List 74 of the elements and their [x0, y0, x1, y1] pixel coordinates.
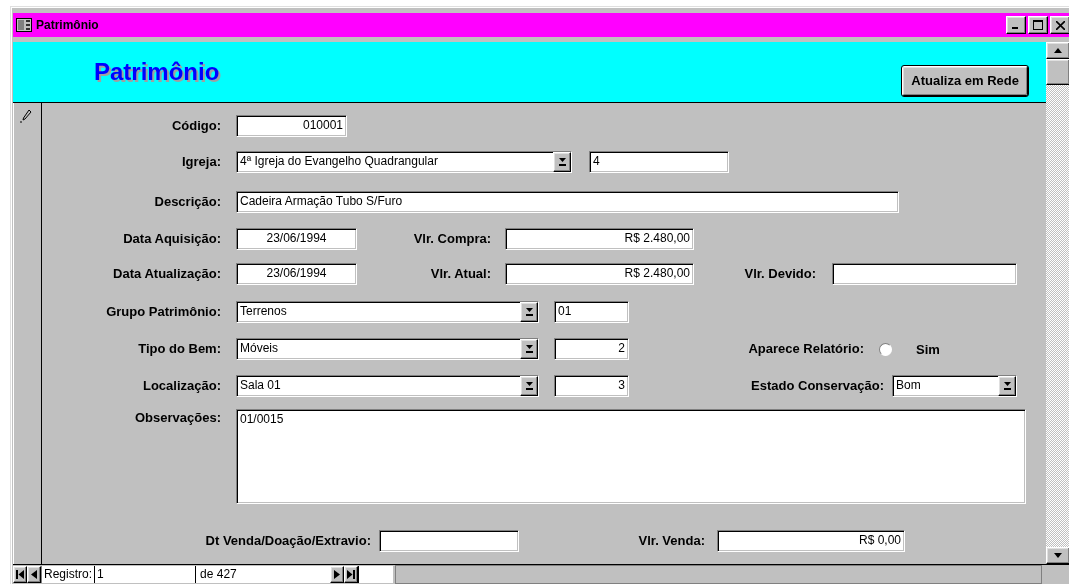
field-label: Localização:: [141, 377, 221, 395]
field-label: Tipo do Bem:: [137, 340, 221, 358]
down-arrow-icon: [525, 382, 533, 390]
record-selector[interactable]: [13, 103, 42, 564]
text-field[interactable]: R$ 2.480,00: [505, 228, 694, 250]
first-record-icon: [16, 570, 24, 579]
next-record-button[interactable]: [330, 566, 345, 583]
close-icon: [1055, 20, 1065, 30]
text-field[interactable]: [379, 530, 519, 552]
record-number-field[interactable]: 1: [94, 566, 196, 583]
up-arrow-icon: [1054, 48, 1062, 53]
text-field[interactable]: 23/06/1994: [236, 228, 357, 250]
field-label: Vlr. Devido:: [743, 265, 816, 283]
network-update-button[interactable]: Atualiza em Rede: [902, 65, 1028, 96]
dropdown-button[interactable]: [998, 376, 1016, 396]
combo-box[interactable]: Terrenos: [236, 301, 539, 323]
combo-box[interactable]: Bom: [892, 375, 1017, 397]
down-arrow-icon: [525, 345, 533, 353]
text-field[interactable]: 010001: [236, 115, 347, 137]
field-label: Vlr. Venda:: [637, 532, 705, 550]
field-label: Descrição:: [153, 193, 221, 211]
window-title: Patrimônio: [36, 18, 99, 32]
last-record-button[interactable]: [344, 566, 359, 583]
notes-field[interactable]: 01/0015: [236, 409, 1026, 504]
down-arrow-icon: [558, 158, 566, 166]
down-arrow-icon: [525, 308, 533, 316]
previous-record-button[interactable]: [27, 566, 41, 583]
field-label: Código:: [170, 117, 221, 135]
dropdown-button[interactable]: [520, 302, 538, 322]
down-arrow-icon: [1003, 382, 1011, 390]
combo-box[interactable]: Sala 01: [236, 375, 539, 397]
radio-button[interactable]: [879, 342, 892, 356]
field-label: Observações:: [134, 409, 221, 427]
scroll-down-button[interactable]: [1046, 547, 1069, 564]
pencil-icon: [20, 109, 32, 123]
form-heading: Patrimônio: [94, 58, 220, 86]
field-label: Data Atualização:: [112, 265, 221, 283]
field-label: Vlr. Atual:: [429, 265, 491, 283]
record-count: de 427: [195, 566, 331, 583]
text-field[interactable]: 23/06/1994: [236, 263, 357, 285]
last-record-icon: [347, 570, 356, 579]
dropdown-button[interactable]: [520, 376, 538, 396]
field-label: Grupo Patrimônio:: [105, 303, 221, 321]
maximize-button[interactable]: [1028, 16, 1048, 34]
combo-box[interactable]: 4ª Igreja do Evangelho Quadrangular: [236, 151, 572, 173]
scroll-up-button[interactable]: [1046, 42, 1069, 59]
left-arrow-icon: [31, 570, 37, 579]
text-field[interactable]: R$ 0,00: [717, 530, 905, 552]
right-arrow-icon: [334, 570, 341, 579]
minimize-button[interactable]: [1006, 16, 1026, 34]
dropdown-button[interactable]: [520, 339, 538, 359]
down-arrow-icon: [1054, 553, 1062, 558]
field-label: Estado Conservação:: [750, 377, 884, 395]
text-field[interactable]: 3: [554, 375, 629, 397]
scrollbar-thumb[interactable]: [1046, 59, 1069, 85]
radio-label: Sim: [916, 341, 940, 357]
field-label: Igreja:: [181, 153, 221, 171]
text-field[interactable]: 01: [554, 301, 629, 323]
dropdown-button[interactable]: [553, 152, 571, 172]
text-field[interactable]: [832, 263, 1017, 285]
field-label: Aparece Relatório:: [747, 340, 864, 358]
form-icon: [16, 18, 32, 32]
combo-box[interactable]: Móveis: [236, 338, 539, 360]
first-record-button[interactable]: [13, 566, 27, 583]
record-label: Registro:: [41, 566, 95, 583]
field-label: Dt Venda/Doação/Extravio:: [204, 532, 371, 550]
text-field[interactable]: 2: [554, 338, 629, 360]
text-field[interactable]: R$ 2.480,00: [505, 263, 694, 285]
close-button[interactable]: [1050, 16, 1069, 34]
text-field[interactable]: Cadeira Armação Tubo S/Furo: [236, 191, 899, 213]
maximize-icon: [1033, 20, 1043, 30]
text-field[interactable]: 4: [589, 151, 729, 173]
field-label: Vlr. Compra:: [412, 230, 491, 248]
field-label: Data Aquisição:: [122, 230, 221, 248]
